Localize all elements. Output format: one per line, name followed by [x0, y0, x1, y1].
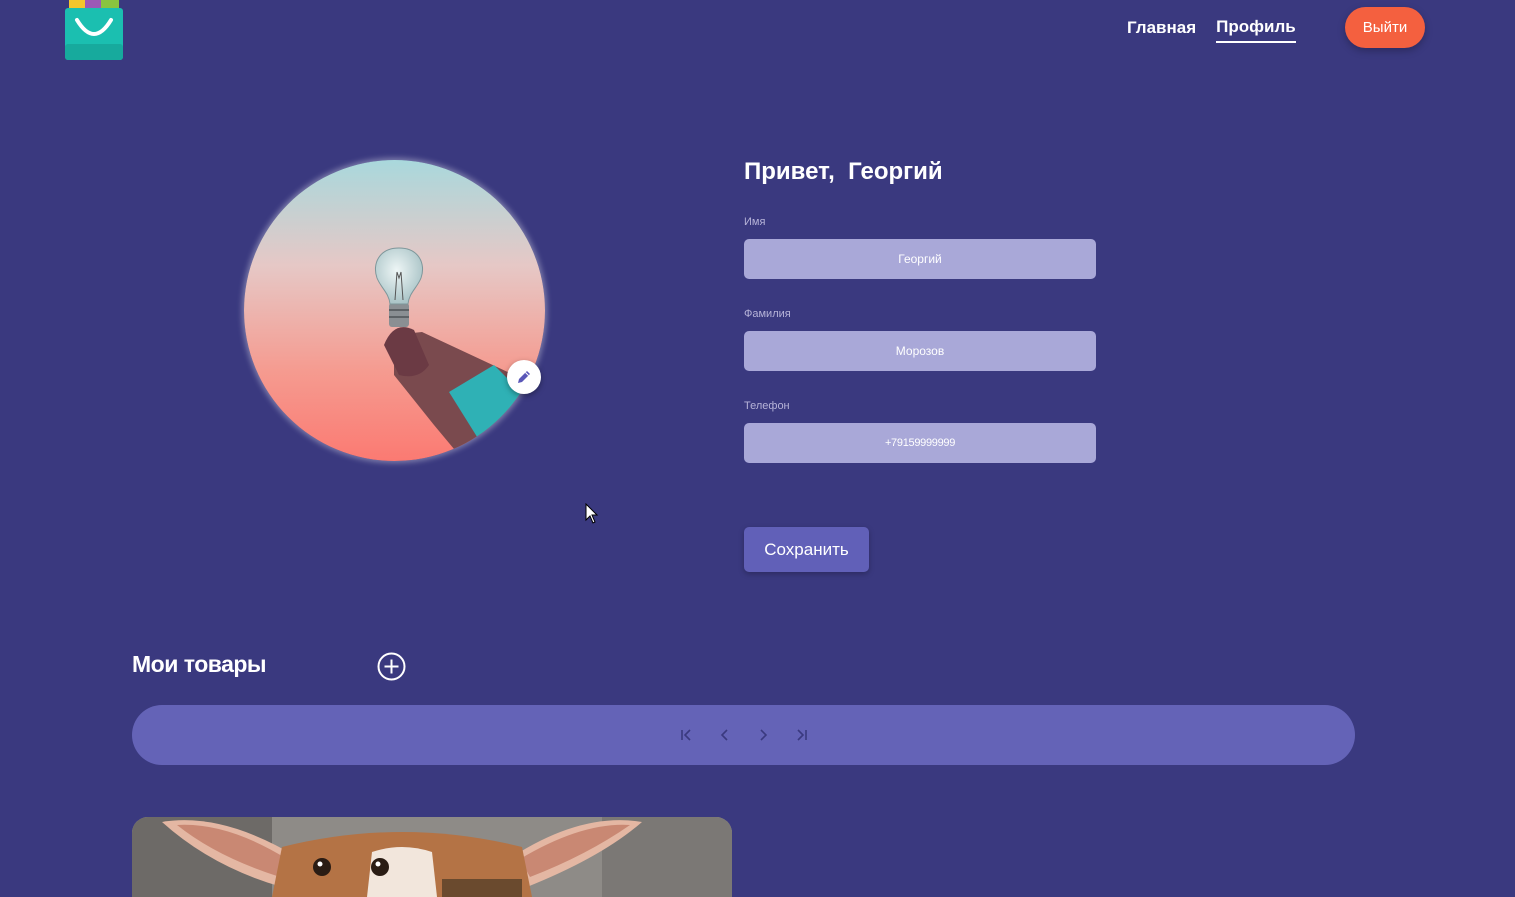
avatar — [244, 160, 545, 461]
pencil-icon — [518, 371, 530, 383]
pagination-bar — [132, 705, 1355, 765]
first-page-button[interactable] — [677, 726, 697, 744]
logout-button[interactable]: Выйти — [1345, 7, 1425, 48]
my-goods-title: Мои товары — [132, 651, 267, 677]
nav-link-profile[interactable]: Профиль — [1216, 16, 1296, 43]
first-name-label: Имя — [744, 216, 766, 228]
product-image — [132, 817, 732, 897]
last-page-button[interactable] — [791, 726, 811, 744]
nav-link-home[interactable]: Главная — [1127, 17, 1196, 42]
shopping-bag-icon[interactable] — [65, 0, 123, 60]
last-name-label: Фамилия — [744, 308, 791, 320]
prev-page-button[interactable] — [715, 726, 735, 744]
prev-page-icon — [720, 729, 728, 741]
add-product-button[interactable] — [377, 652, 406, 681]
next-page-button[interactable] — [753, 726, 773, 744]
profile-greeting: Привет, Георгий — [744, 158, 943, 186]
main-nav: Главная Профиль — [1127, 16, 1296, 43]
last-name-field[interactable] — [744, 331, 1096, 371]
edit-avatar-button[interactable] — [507, 360, 541, 394]
product-card[interactable] — [132, 817, 732, 897]
next-page-icon — [760, 729, 768, 741]
phone-field[interactable] — [744, 423, 1096, 463]
avatar-container — [244, 160, 545, 461]
phone-label: Телефон — [744, 400, 790, 412]
first-page-icon — [681, 729, 691, 741]
greeting-prefix: Привет, — [744, 158, 835, 185]
avatar-image — [244, 160, 545, 461]
mouse-cursor-icon — [585, 503, 599, 524]
last-page-icon — [797, 729, 807, 741]
first-name-field[interactable] — [744, 239, 1096, 279]
greeting-user-name: Георгий — [848, 158, 943, 185]
save-button[interactable]: Сохранить — [744, 527, 869, 572]
